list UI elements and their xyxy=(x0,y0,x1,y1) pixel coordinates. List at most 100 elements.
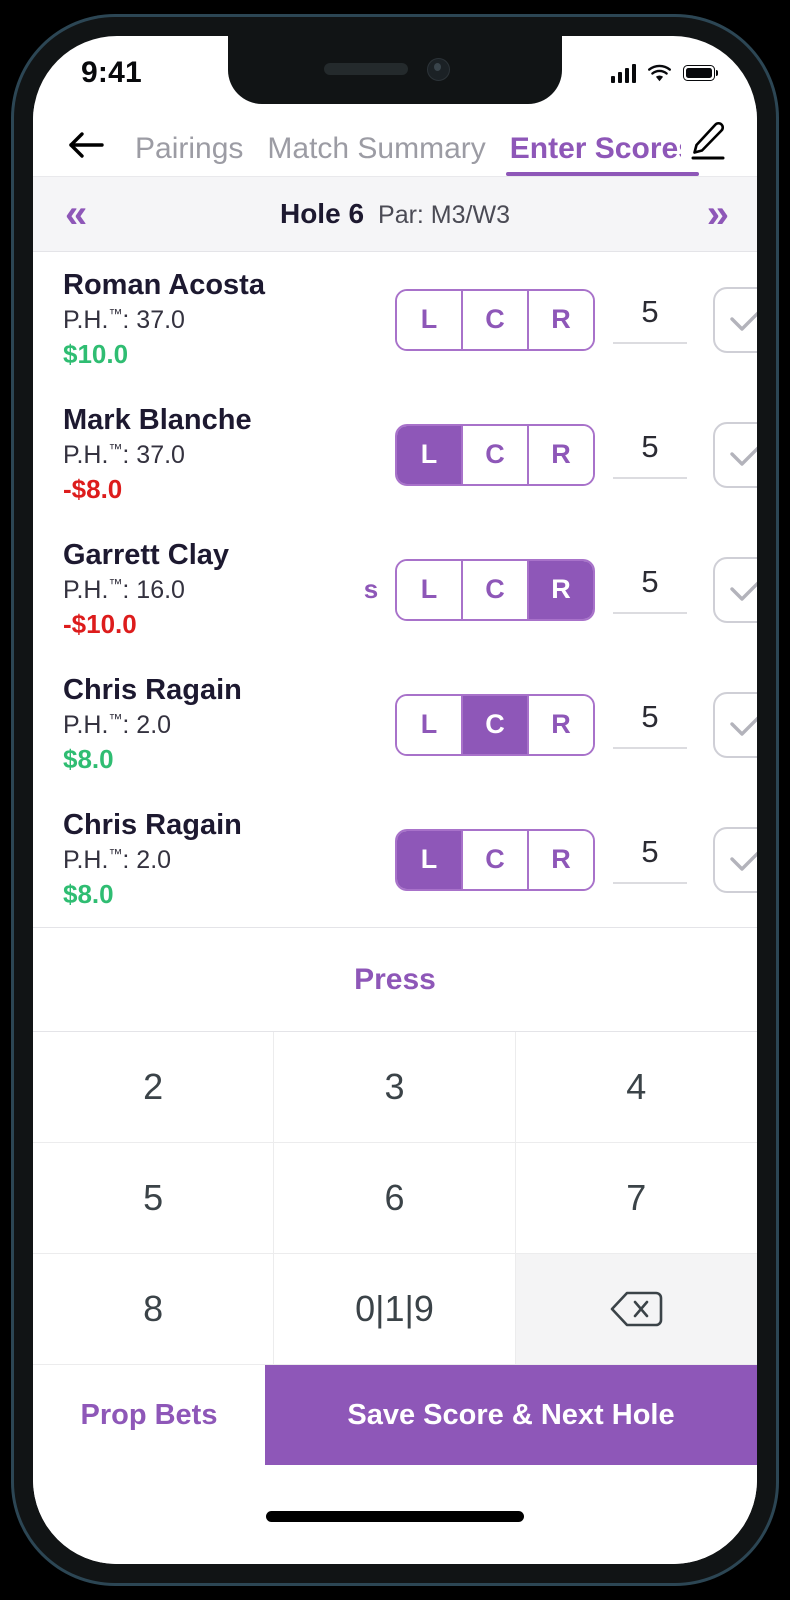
number-keypad: 2 3 4 5 6 7 8 0|1|9 xyxy=(33,1031,757,1365)
lcr-selector: L C R xyxy=(395,558,595,621)
confirm-score-button[interactable] xyxy=(713,826,757,893)
lcr-option-r[interactable]: R xyxy=(529,830,593,889)
player-info: Mark Blanche P.H.™: 37.0 -$8.0 xyxy=(63,403,353,506)
status-time: 9:41 xyxy=(81,56,142,89)
player-name: Chris Ragain xyxy=(63,674,242,707)
back-arrow-icon[interactable] xyxy=(63,122,109,168)
confirm-score-button[interactable] xyxy=(713,556,757,623)
score-underline xyxy=(613,341,687,344)
lcr-option-c[interactable]: C xyxy=(463,425,529,484)
lcr-option-l[interactable]: L xyxy=(397,290,463,349)
player-handicap: P.H.™: 16.0 xyxy=(63,576,185,605)
key-backspace[interactable] xyxy=(515,1254,757,1365)
front-camera-icon xyxy=(427,58,450,81)
wifi-icon xyxy=(648,64,671,81)
player-money: -$10.0 xyxy=(63,609,137,640)
checkmark-icon xyxy=(730,581,757,601)
player-name: Roman Acosta xyxy=(63,269,265,302)
key-6[interactable]: 6 xyxy=(274,1143,516,1254)
checkmark-icon xyxy=(730,446,757,466)
player-score-list: Roman Acosta P.H.™: 37.0 $10.0 L C R 5 M… xyxy=(33,252,757,927)
score-underline xyxy=(613,611,687,614)
score-input[interactable]: 5 xyxy=(609,564,691,614)
checkmark-icon xyxy=(730,851,757,871)
player-name: Mark Blanche xyxy=(63,404,252,437)
tab-pairings[interactable]: Pairings xyxy=(123,134,255,176)
checkmark-icon xyxy=(730,311,757,331)
player-controls: L C R 5 xyxy=(353,826,757,893)
player-row: Chris Ragain P.H.™: 2.0 $8.0 L C R 5 xyxy=(33,792,757,927)
prop-bets-button[interactable]: Prop Bets xyxy=(33,1365,265,1465)
home-indicator[interactable] xyxy=(266,1511,524,1522)
player-money: $8.0 xyxy=(63,744,114,775)
lcr-option-r[interactable]: R xyxy=(529,425,593,484)
top-navigation-bar: Pairings Match Summary Enter Scores xyxy=(33,104,757,176)
player-name: Chris Ragain xyxy=(63,809,242,842)
player-info: Garrett Clay P.H.™: 16.0 -$10.0 xyxy=(63,538,353,641)
chevron-double-left-icon[interactable]: « xyxy=(59,194,89,234)
tab-match-summary[interactable]: Match Summary xyxy=(255,134,497,176)
lcr-option-r[interactable]: R xyxy=(529,290,593,349)
phone-bezel: 9:41 Pairings Match Summary Enter Scores… xyxy=(14,17,776,1583)
score-value: 5 xyxy=(641,564,659,600)
lcr-option-r[interactable]: R xyxy=(529,695,593,754)
lcr-option-r[interactable]: R xyxy=(529,560,593,619)
lcr-option-l[interactable]: L xyxy=(397,560,463,619)
phone-mockup: 9:41 Pairings Match Summary Enter Scores… xyxy=(0,0,790,1600)
player-handicap: P.H.™: 2.0 xyxy=(63,846,172,875)
player-money: $8.0 xyxy=(63,879,114,910)
player-info: Roman Acosta P.H.™: 37.0 $10.0 xyxy=(63,268,353,371)
hole-navigation-bar: « Hole 6 Par: M3/W3 » xyxy=(33,176,757,252)
save-score-label: Save Score & Next Hole xyxy=(347,1398,675,1431)
phone-screen: 9:41 Pairings Match Summary Enter Scores… xyxy=(33,36,757,1564)
score-value: 5 xyxy=(641,294,659,330)
key-zero-one-nine[interactable]: 0|1|9 xyxy=(274,1254,516,1365)
player-controls: s L C R 5 xyxy=(353,556,757,623)
score-underline xyxy=(613,746,687,749)
lcr-option-c[interactable]: C xyxy=(463,290,529,349)
chevron-double-right-icon[interactable]: » xyxy=(701,194,731,234)
lcr-option-c[interactable]: C xyxy=(463,830,529,889)
score-input[interactable]: 5 xyxy=(609,700,691,749)
phone-outer-rim: 9:41 Pairings Match Summary Enter Scores… xyxy=(11,14,779,1586)
pencil-icon[interactable] xyxy=(681,116,735,166)
key-8[interactable]: 8 xyxy=(33,1254,275,1365)
score-underline xyxy=(613,476,687,479)
key-2[interactable]: 2 xyxy=(33,1032,275,1143)
lcr-option-l[interactable]: L xyxy=(397,830,463,889)
player-row: Garrett Clay P.H.™: 16.0 -$10.0 s L C R xyxy=(33,522,757,657)
score-input[interactable]: 5 xyxy=(609,835,691,884)
score-underline xyxy=(613,881,687,884)
press-button[interactable]: Press xyxy=(33,927,757,1031)
bottom-action-bar: Prop Bets Save Score & Next Hole xyxy=(33,1365,757,1465)
score-input[interactable]: 5 xyxy=(609,430,691,479)
player-controls: L C R 5 xyxy=(353,691,757,758)
hole-info: Hole 6 Par: M3/W3 xyxy=(280,198,510,230)
key-3[interactable]: 3 xyxy=(274,1032,516,1143)
save-score-next-hole-button[interactable]: Save Score & Next Hole xyxy=(265,1365,757,1465)
lcr-option-c[interactable]: C xyxy=(463,695,529,754)
player-handicap: P.H.™: 37.0 xyxy=(63,441,185,470)
confirm-score-button[interactable] xyxy=(713,691,757,758)
par-label: Par: M3/W3 xyxy=(378,201,510,229)
key-7[interactable]: 7 xyxy=(515,1143,757,1254)
stroke-flag: s xyxy=(363,574,379,604)
earpiece-speaker xyxy=(324,63,408,75)
battery-full-icon xyxy=(683,65,719,81)
lcr-option-l[interactable]: L xyxy=(397,425,463,484)
score-input[interactable]: 5 xyxy=(609,294,691,344)
confirm-score-button[interactable] xyxy=(713,421,757,488)
lcr-option-l[interactable]: L xyxy=(397,695,463,754)
player-handicap: P.H.™: 37.0 xyxy=(63,306,185,335)
key-4[interactable]: 4 xyxy=(515,1032,757,1143)
player-info: Chris Ragain P.H.™: 2.0 $8.0 xyxy=(63,808,353,911)
player-money: $10.0 xyxy=(63,339,129,370)
confirm-score-button[interactable] xyxy=(713,286,757,353)
player-row: Mark Blanche P.H.™: 37.0 -$8.0 L C R 5 xyxy=(33,387,757,522)
key-5[interactable]: 5 xyxy=(33,1143,275,1254)
tab-enter-scores[interactable]: Enter Scores xyxy=(498,134,707,176)
prop-bets-label: Prop Bets xyxy=(80,1398,218,1431)
lcr-option-c[interactable]: C xyxy=(463,560,529,619)
cellular-signal-icon xyxy=(610,63,636,83)
player-name: Garrett Clay xyxy=(63,539,230,572)
